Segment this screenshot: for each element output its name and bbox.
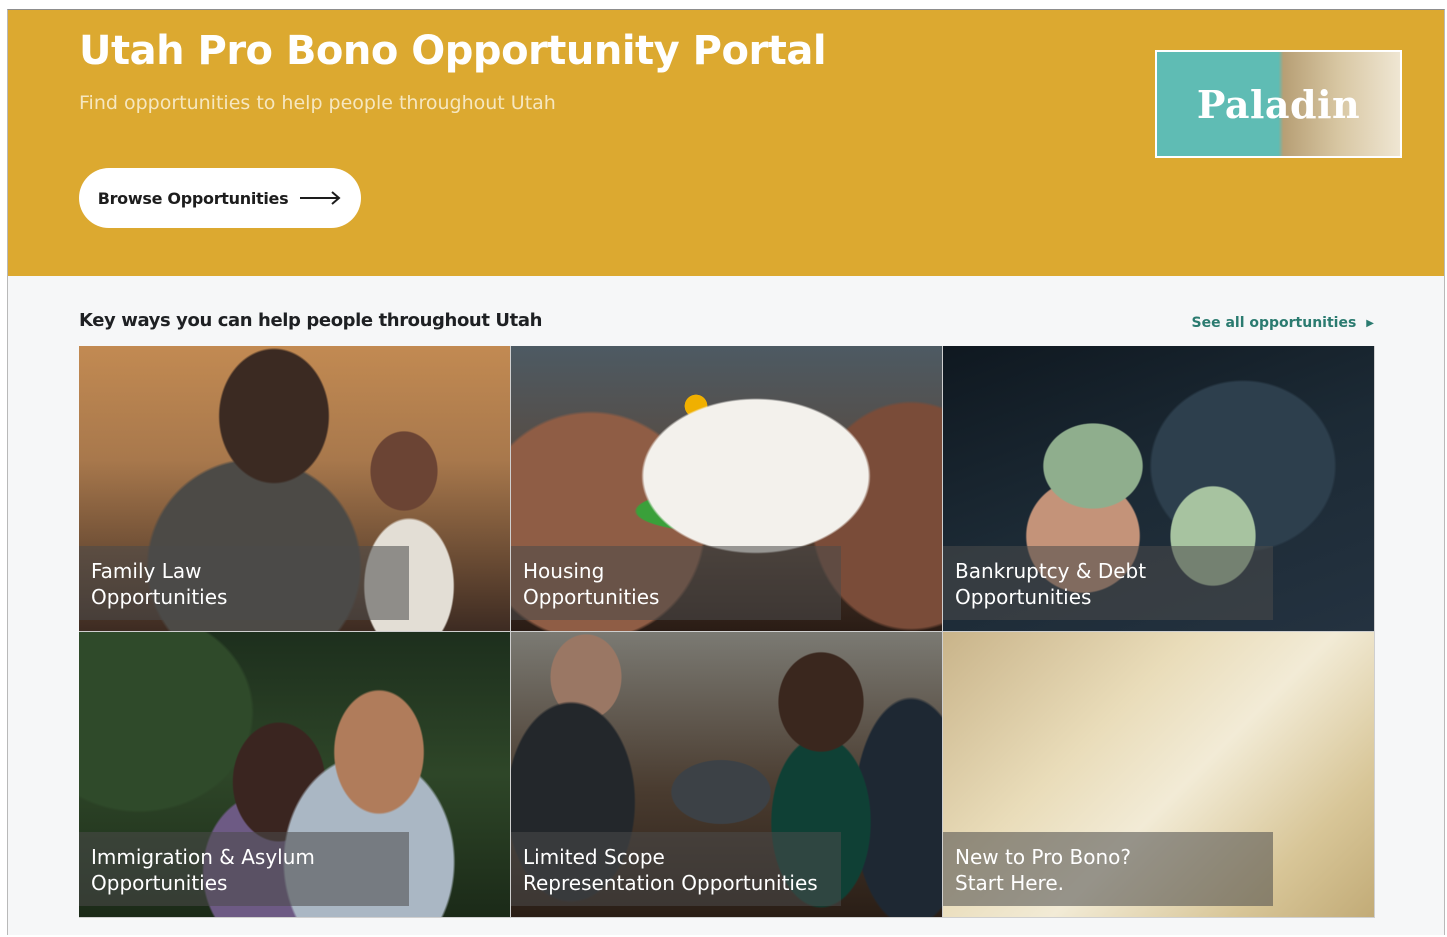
- tile-caption-line: Opportunities: [955, 585, 1092, 609]
- tile-caption-line: New to Pro Bono?: [955, 845, 1131, 869]
- tile-caption-line: Representation Opportunities: [523, 871, 818, 895]
- browse-opportunities-button[interactable]: Browse Opportunities: [79, 168, 361, 228]
- tile-caption-line: Opportunities: [523, 585, 660, 609]
- opportunity-grid: Family Law Opportunities Housing Opportu…: [79, 346, 1375, 918]
- tile-bankruptcy-debt[interactable]: Bankruptcy & Debt Opportunities: [943, 346, 1375, 632]
- tile-caption-line: Family Law: [91, 559, 202, 583]
- tile-caption: Housing Opportunities: [511, 546, 841, 620]
- tile-caption: Family Law Opportunities: [79, 546, 409, 620]
- tile-family-law[interactable]: Family Law Opportunities: [79, 346, 511, 632]
- tile-caption: Limited Scope Representation Opportuniti…: [511, 832, 841, 906]
- see-all-opportunities-label: See all opportunities: [1191, 315, 1357, 331]
- page-title: Utah Pro Bono Opportunity Portal: [79, 28, 827, 74]
- page-subtitle: Find opportunities to help people throug…: [79, 92, 556, 114]
- tile-caption-line: Start Here.: [955, 871, 1065, 895]
- browse-opportunities-label: Browse Opportunities: [97, 188, 289, 208]
- paladin-logo[interactable]: Paladin: [1155, 50, 1402, 158]
- hero-banner: Utah Pro Bono Opportunity Portal Find op…: [8, 10, 1444, 276]
- tile-caption: Bankruptcy & Debt Opportunities: [943, 546, 1273, 620]
- see-all-opportunities-link[interactable]: See all opportunities ▶: [1192, 315, 1375, 331]
- tile-caption-line: Opportunities: [91, 585, 228, 609]
- tile-new-to-pro-bono[interactable]: New to Pro Bono? Start Here.: [943, 632, 1375, 918]
- tile-housing[interactable]: Housing Opportunities: [511, 346, 943, 632]
- tile-caption-line: Housing: [523, 559, 605, 583]
- browser-viewport: Utah Pro Bono Opportunity Portal Find op…: [7, 9, 1445, 935]
- tile-caption: New to Pro Bono? Start Here.: [943, 832, 1273, 906]
- tile-caption-line: Opportunities: [91, 871, 228, 895]
- paladin-logo-text: Paladin: [1196, 81, 1361, 127]
- arrow-right-icon: [300, 191, 341, 205]
- triangle-right-icon: ▶: [1366, 317, 1374, 329]
- tile-caption: Immigration & Asylum Opportunities: [79, 832, 409, 906]
- tile-caption-line: Bankruptcy & Debt: [955, 559, 1147, 583]
- tile-limited-scope[interactable]: Limited Scope Representation Opportuniti…: [511, 632, 943, 918]
- tile-immigration-asylum[interactable]: Immigration & Asylum Opportunities: [79, 632, 511, 918]
- section-heading: Key ways you can help people throughout …: [79, 310, 542, 331]
- tile-caption-line: Limited Scope: [523, 845, 665, 869]
- tile-caption-line: Immigration & Asylum: [91, 845, 315, 869]
